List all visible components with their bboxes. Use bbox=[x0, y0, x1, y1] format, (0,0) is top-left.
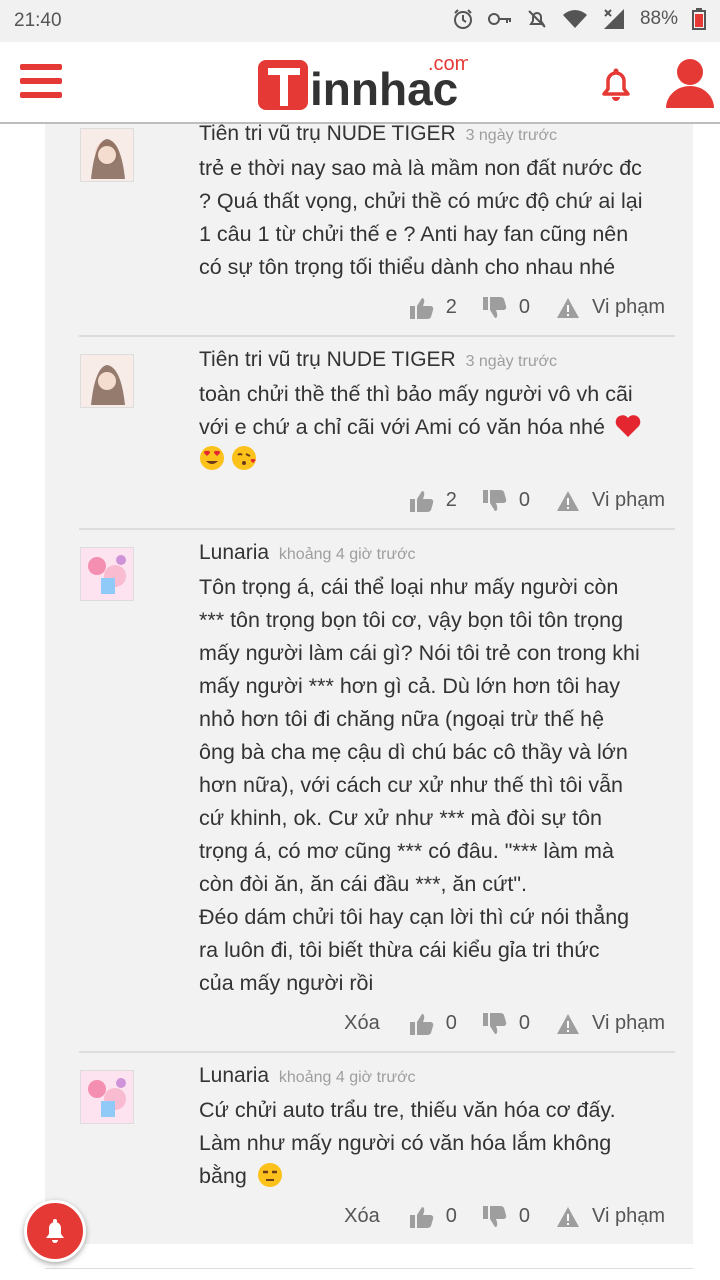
like-count: 0 bbox=[445, 1205, 457, 1227]
thumbs-up-icon bbox=[409, 490, 433, 512]
like-count: 2 bbox=[445, 296, 457, 318]
warning-icon bbox=[556, 297, 579, 318]
report-label: Vi phạm bbox=[591, 1012, 665, 1034]
thumbs-up-icon bbox=[409, 297, 433, 319]
comment-time: khoảng 4 giờ trước bbox=[278, 1069, 416, 1086]
comment-text: trẻ e thời nay sao mà là mầm non đất nướ… bbox=[199, 156, 643, 279]
logo-text: innhac bbox=[310, 63, 458, 115]
like-button[interactable]: 2 bbox=[409, 489, 457, 512]
dislike-button[interactable]: 0 bbox=[482, 489, 530, 512]
comment-actions: 2 0 Vi phạm bbox=[384, 489, 665, 512]
like-button[interactable]: 0 bbox=[409, 1012, 457, 1035]
avatar[interactable] bbox=[80, 354, 134, 408]
dislike-count: 0 bbox=[518, 1205, 530, 1227]
comment-time: khoảng 4 giờ trước bbox=[278, 546, 416, 563]
user-icon[interactable] bbox=[664, 56, 716, 108]
divider bbox=[45, 1268, 693, 1269]
avatar[interactable] bbox=[80, 547, 134, 601]
notification-subscribe-button[interactable] bbox=[24, 1200, 86, 1262]
bell-icon bbox=[46, 1219, 64, 1243]
thumbs-down-icon bbox=[482, 1205, 507, 1227]
report-label: Vi phạm bbox=[591, 489, 665, 511]
site-logo[interactable]: .com innhac bbox=[258, 50, 471, 116]
comments-list: Tiên tri vũ trụ NUDE TIGER 3 ngày trước … bbox=[45, 124, 693, 1244]
comment-author[interactable]: Tiên tri vũ trụ NUDE TIGER bbox=[199, 348, 456, 371]
comment-author[interactable]: Lunaria bbox=[199, 1064, 269, 1087]
comment-actions: 2 0 Vi phạm bbox=[384, 296, 665, 319]
divider bbox=[79, 528, 675, 530]
like-button[interactable]: 2 bbox=[409, 296, 457, 319]
thumbs-down-icon bbox=[482, 296, 507, 318]
comment-text: Tôn trọng á, cái thể loại như mấy người … bbox=[199, 575, 640, 995]
avatar[interactable] bbox=[80, 128, 134, 182]
mute-icon bbox=[528, 10, 546, 28]
warning-icon bbox=[556, 1206, 579, 1227]
status-time: 21:40 bbox=[14, 10, 62, 31]
heart-eyes-emoji bbox=[200, 446, 224, 470]
dislike-button[interactable]: 0 bbox=[482, 1205, 530, 1228]
unamused-emoji bbox=[257, 1163, 282, 1187]
comment-actions: Xóa 0 0 Vi phạm bbox=[344, 1205, 665, 1228]
menu-icon bbox=[20, 64, 62, 70]
report-button[interactable]: Vi phạm bbox=[556, 1012, 665, 1035]
report-label: Vi phạm bbox=[591, 296, 665, 318]
thumbs-up-icon bbox=[409, 1013, 433, 1035]
comment-author[interactable]: Lunaria bbox=[199, 541, 269, 564]
dislike-count: 0 bbox=[518, 1012, 530, 1034]
comment-time: 3 ngày trước bbox=[465, 127, 558, 144]
report-label: Vi phạm bbox=[591, 1205, 665, 1227]
alarm-icon bbox=[453, 9, 472, 29]
delete-button[interactable]: Xóa bbox=[344, 1012, 380, 1035]
report-button[interactable]: Vi phạm bbox=[556, 1205, 665, 1228]
battery-level: 88% bbox=[639, 8, 678, 29]
menu-button[interactable] bbox=[20, 64, 62, 100]
divider bbox=[79, 1051, 675, 1053]
divider bbox=[79, 335, 675, 337]
comment-text: toàn chửi thề thế thì bảo mấy người vô v… bbox=[199, 378, 679, 477]
dislike-count: 0 bbox=[518, 489, 530, 511]
warning-icon bbox=[556, 490, 579, 511]
dislike-count: 0 bbox=[518, 296, 530, 318]
key-icon bbox=[487, 13, 511, 25]
wifi-icon bbox=[562, 10, 587, 28]
delete-button[interactable]: Xóa bbox=[344, 1205, 380, 1228]
report-button[interactable]: Vi phạm bbox=[556, 296, 665, 319]
like-button[interactable]: 0 bbox=[409, 1205, 457, 1228]
avatar[interactable] bbox=[80, 1070, 134, 1124]
dislike-button[interactable]: 0 bbox=[482, 296, 530, 319]
warning-icon bbox=[556, 1013, 579, 1034]
like-count: 0 bbox=[445, 1012, 457, 1034]
like-count: 2 bbox=[445, 489, 457, 511]
bell-icon[interactable] bbox=[596, 64, 636, 104]
comment-author[interactable]: Tiên tri vũ trụ NUDE TIGER bbox=[199, 124, 456, 145]
comment-text: Cứ chửi auto trẩu tre, thiếu văn hóa cơ … bbox=[199, 1098, 616, 1188]
heart-emoji bbox=[615, 415, 641, 437]
thumbs-down-icon bbox=[482, 1012, 507, 1034]
site-header: .com innhac bbox=[0, 42, 720, 124]
comment-time: 3 ngày trước bbox=[465, 353, 558, 370]
status-bar: 21:40 88% bbox=[0, 0, 720, 42]
signal-icon bbox=[603, 9, 624, 29]
battery-icon bbox=[692, 8, 706, 30]
dislike-button[interactable]: 0 bbox=[482, 1012, 530, 1035]
report-button[interactable]: Vi phạm bbox=[556, 489, 665, 512]
thumbs-up-icon bbox=[409, 1206, 433, 1228]
kiss-emoji bbox=[231, 446, 256, 470]
comment-actions: Xóa 0 0 Vi phạm bbox=[344, 1012, 665, 1035]
thumbs-down-icon bbox=[482, 489, 507, 511]
